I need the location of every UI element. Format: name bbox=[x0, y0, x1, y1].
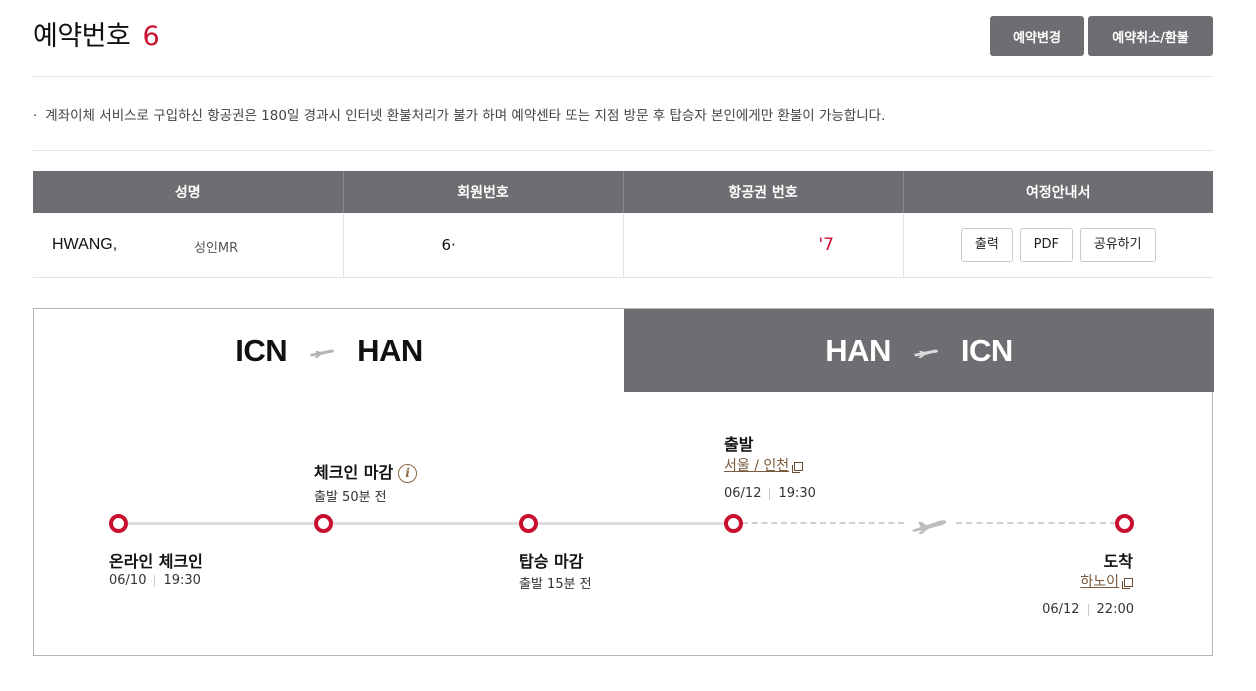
timeline-node-online-checkin bbox=[109, 514, 128, 533]
checkin-close-note: 출발 50분 전 bbox=[314, 490, 387, 505]
table-row: HWANG, 성인MR 6· '7 출력 PDF 공유하기 bbox=[33, 213, 1213, 278]
timeline-progress-line bbox=[118, 522, 733, 525]
online-checkin-label: 온라인 체크인 bbox=[109, 552, 203, 571]
page-title: 예약번호 6 bbox=[33, 14, 160, 53]
print-button[interactable]: 출력 bbox=[960, 227, 1013, 262]
tab-segment-icn-han[interactable]: ICN HAN bbox=[34, 309, 624, 392]
departure-place[interactable]: 서울 / 인천 bbox=[724, 458, 789, 474]
separator bbox=[1087, 603, 1089, 616]
departure-airport-link[interactable]: 서울 / 인천 bbox=[724, 455, 804, 475]
origin-code: ICN bbox=[235, 332, 288, 368]
checkin-close-label-group: 체크인 마감 i bbox=[314, 459, 418, 483]
destination-code: ICN bbox=[960, 332, 1013, 368]
external-link-icon bbox=[1122, 577, 1133, 589]
itinerary-panel: ICN HAN HAN ICN bbox=[33, 308, 1214, 656]
external-link-icon bbox=[792, 461, 804, 473]
online-checkin-date: 06/10 bbox=[109, 573, 147, 588]
separator bbox=[769, 487, 771, 500]
share-button[interactable]: 공유하기 bbox=[1079, 227, 1156, 262]
arrival-place[interactable]: 하노이 bbox=[1080, 574, 1119, 590]
plane-icon bbox=[913, 349, 938, 358]
notice-text: 계좌이체 서비스로 구입하신 항공권은 180일 경과시 인터넷 환불처리가 불… bbox=[45, 108, 886, 124]
cancel-refund-button[interactable]: 예약취소/환불 bbox=[1088, 16, 1213, 56]
passenger-name: HWANG, bbox=[52, 236, 118, 253]
column-header-itinerary: 여정안내서 bbox=[903, 171, 1213, 213]
passenger-type: 성인MR bbox=[194, 241, 239, 256]
boarding-close-note: 출발 15분 전 bbox=[519, 577, 592, 592]
plane-icon bbox=[310, 349, 335, 358]
online-checkin-time: 19:30 bbox=[163, 573, 201, 588]
departure-label: 출발 bbox=[724, 435, 754, 454]
timeline-dashed-line bbox=[742, 522, 904, 524]
itinerary-cell: 출력 PDF 공유하기 bbox=[903, 213, 1213, 278]
checkin-close-label: 체크인 마감 bbox=[314, 463, 394, 482]
change-reservation-button[interactable]: 예약변경 bbox=[990, 16, 1084, 56]
ticket-number-cell: '7 bbox=[623, 213, 904, 278]
passenger-table: 성명 회원번호 항공권 번호 여정안내서 HWANG, 성인MR 6· '7 출… bbox=[33, 171, 1213, 278]
timeline-node-arrival bbox=[1115, 514, 1134, 533]
departure-time: 19:30 bbox=[778, 486, 816, 501]
column-header-member-number: 회원번호 bbox=[343, 171, 624, 213]
tab-segment-han-icn[interactable]: HAN ICN bbox=[624, 309, 1214, 392]
flight-plane-icon bbox=[912, 520, 946, 534]
departure-datetime: 06/12 19:30 bbox=[724, 486, 816, 501]
notice-bullet: · bbox=[33, 108, 38, 124]
arrival-date: 06/12 bbox=[1042, 602, 1080, 617]
boarding-close-label: 탑승 마감 bbox=[519, 552, 584, 571]
separator bbox=[154, 574, 156, 587]
page-title-text: 예약번호 bbox=[33, 21, 131, 52]
departure-date: 06/12 bbox=[724, 486, 762, 501]
ticket-number[interactable]: '7 bbox=[819, 235, 835, 255]
destination-code: HAN bbox=[357, 332, 423, 368]
divider bbox=[33, 150, 1213, 151]
timeline-dashed-line bbox=[956, 522, 1116, 524]
online-checkin-datetime: 06/10 19:30 bbox=[109, 573, 201, 588]
timeline-node-checkin-close bbox=[314, 514, 333, 533]
member-number: 6· bbox=[441, 236, 456, 254]
column-header-name: 성명 bbox=[33, 171, 344, 213]
timeline-node-departure bbox=[724, 514, 743, 533]
arrival-airport-link[interactable]: 하노이 bbox=[1080, 571, 1133, 591]
refund-notice: · 계좌이체 서비스로 구입하신 항공권은 180일 경과시 인터넷 환불처리가 … bbox=[33, 104, 885, 124]
member-number-cell: 6· bbox=[343, 213, 624, 278]
arrival-time: 22:00 bbox=[1096, 602, 1134, 617]
arrival-label: 도착 bbox=[1103, 552, 1133, 571]
arrival-datetime: 06/12 22:00 bbox=[1042, 602, 1134, 617]
reservation-number: 6 bbox=[142, 21, 160, 52]
divider bbox=[33, 76, 1213, 77]
origin-code: HAN bbox=[825, 332, 891, 368]
pdf-button[interactable]: PDF bbox=[1019, 227, 1073, 262]
timeline-node-boarding-close bbox=[519, 514, 538, 533]
column-header-ticket-number: 항공권 번호 bbox=[623, 171, 904, 213]
name-cell: HWANG, 성인MR bbox=[33, 213, 344, 278]
info-icon[interactable]: i bbox=[398, 464, 418, 483]
